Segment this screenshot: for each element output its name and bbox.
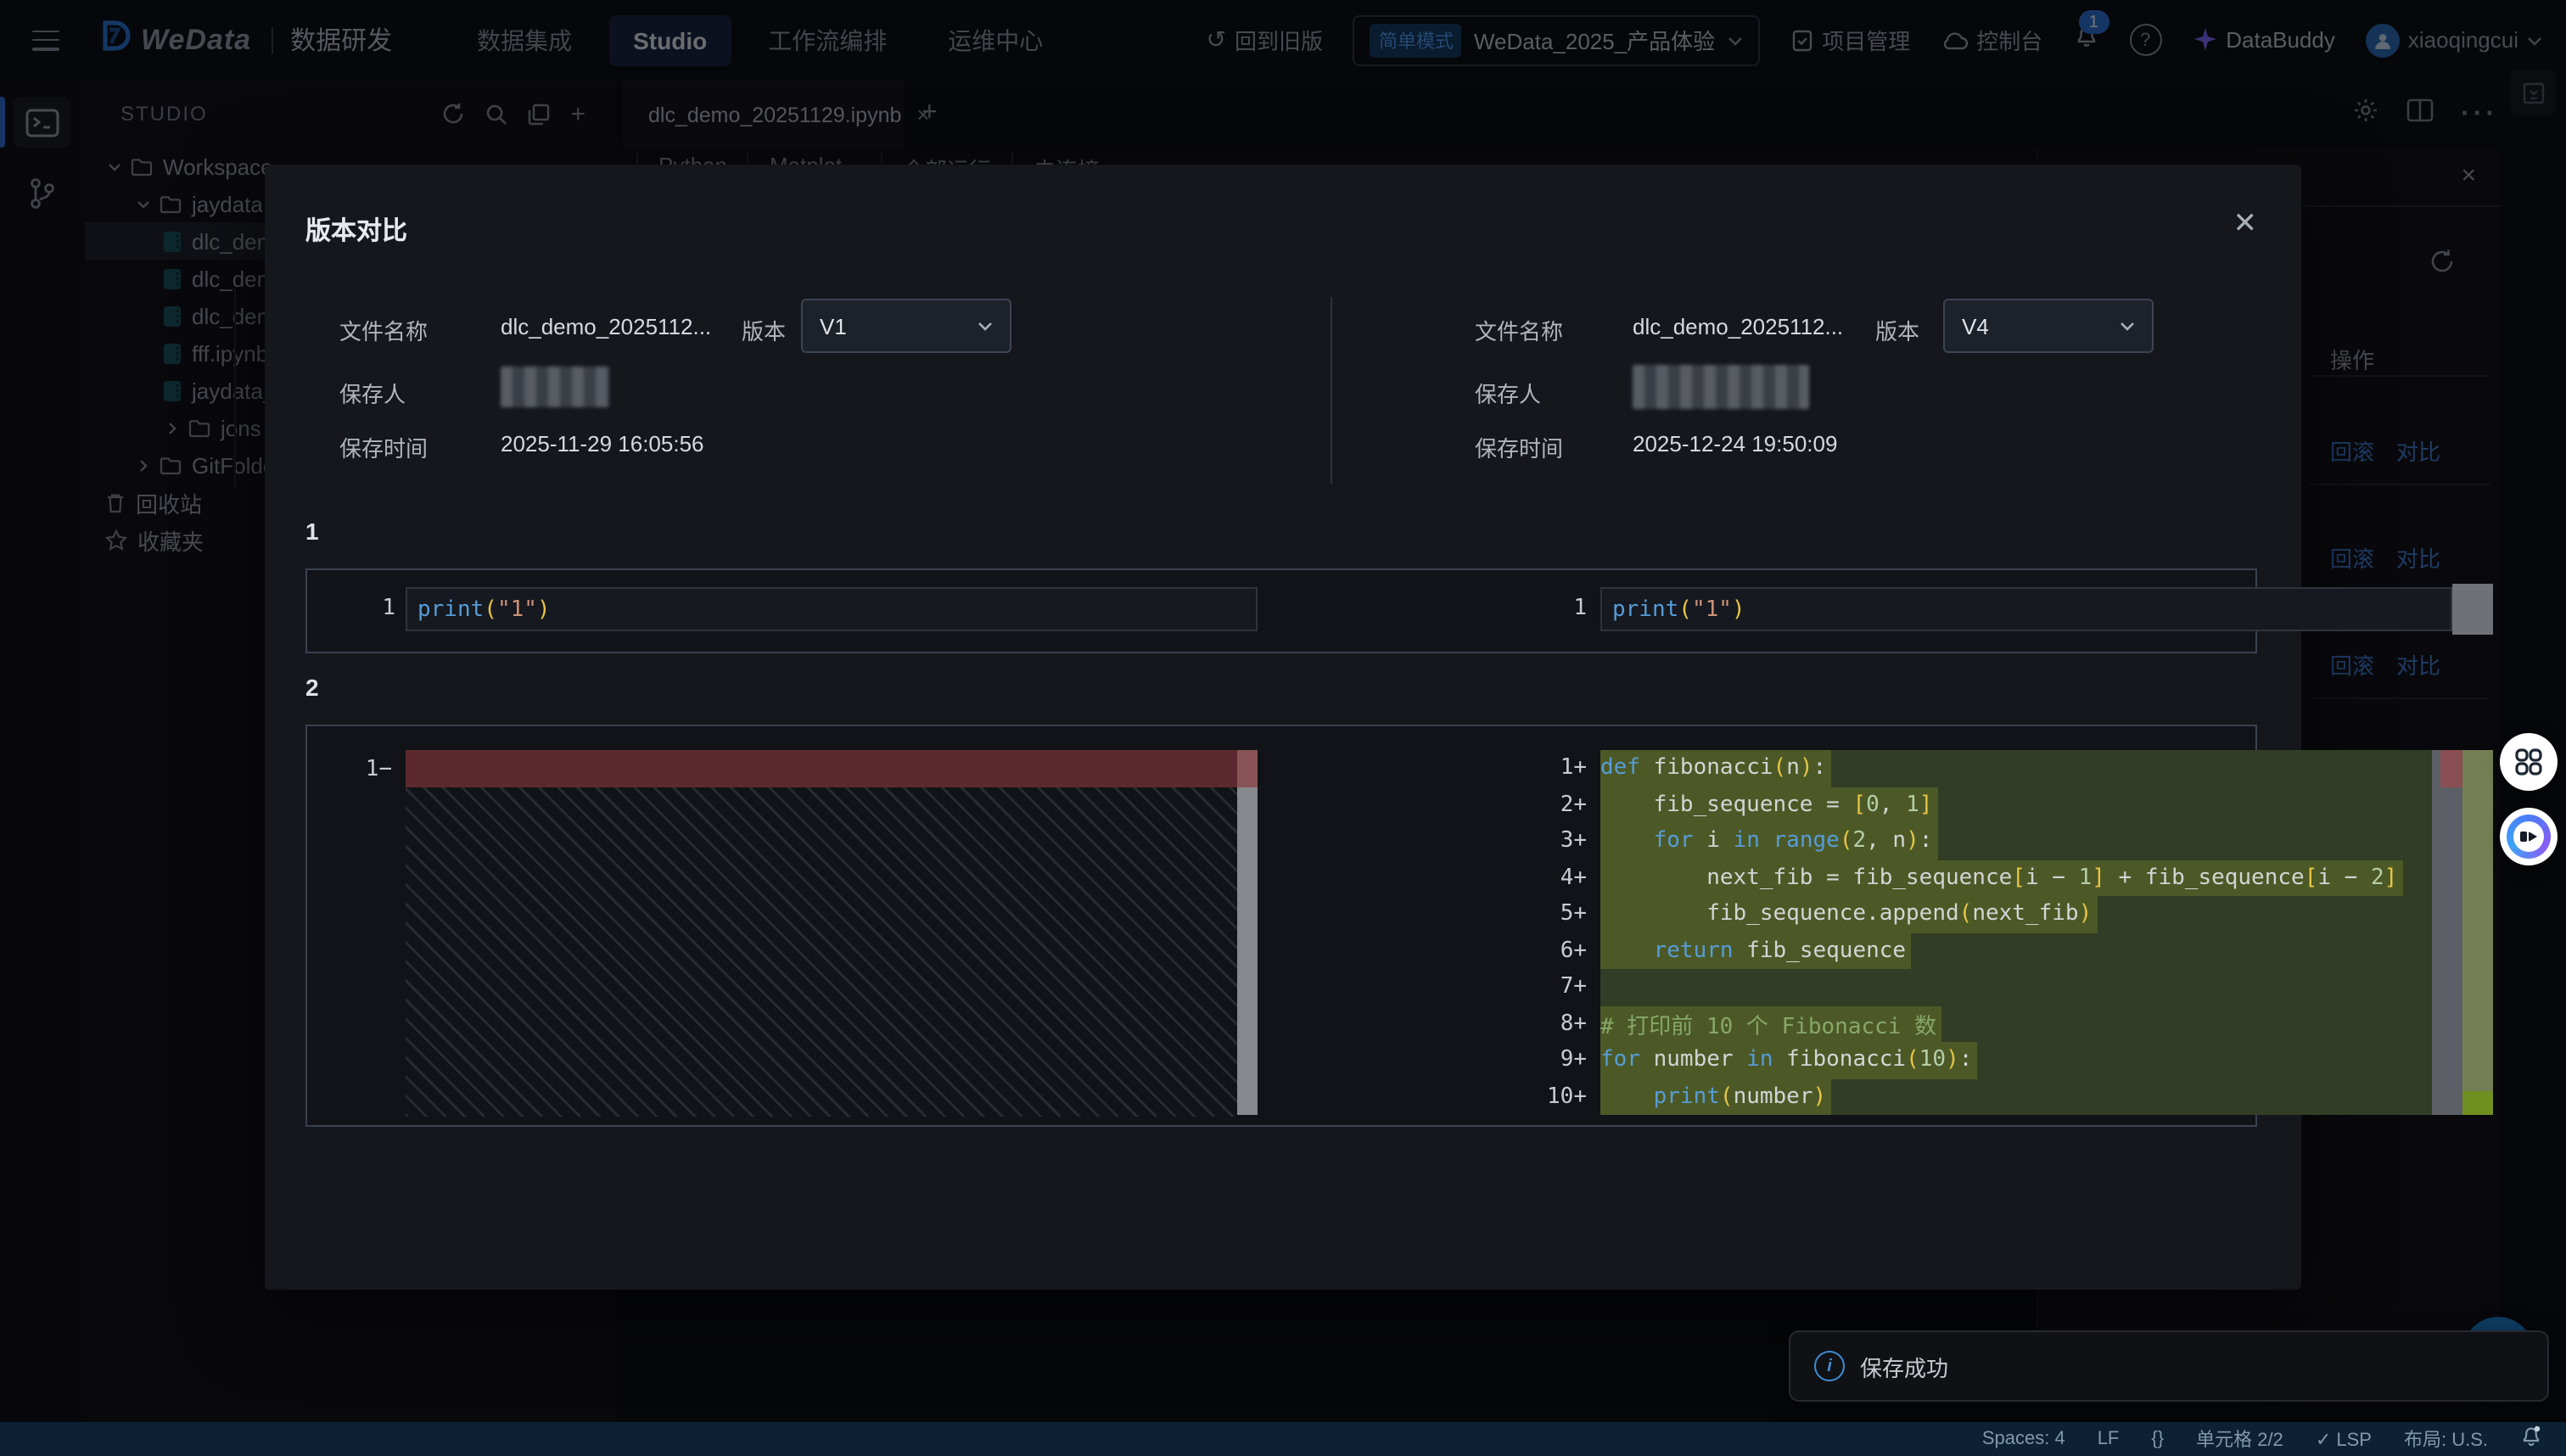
version-select-left[interactable]: V1 — [801, 299, 1011, 353]
added-line-number: 10+ — [1522, 1084, 1587, 1109]
apps-grid-icon — [2513, 747, 2544, 777]
line-number: 1 — [1563, 596, 1587, 621]
diff-section-1: 1 print("1") 1 print("1") — [305, 568, 2257, 653]
file-name-label: 文件名称 — [339, 314, 428, 346]
saver-label: 保存人 — [339, 377, 406, 409]
scrollbar-right-pane[interactable] — [2432, 750, 2462, 1115]
empty-region-hatch — [406, 787, 1237, 1116]
statusbar-item-4[interactable]: ✓ LSP — [2316, 1428, 2372, 1450]
statusbar-item-3[interactable]: 单元格 2/2 — [2196, 1425, 2283, 1453]
diff-section-2: 1− 1+ def fibonacci(n): 2+ fib_sequence = … — [305, 725, 2257, 1127]
robot-icon — [2507, 815, 2551, 859]
line-number: 1 — [372, 596, 395, 621]
added-line-number: 1+ — [1522, 755, 1587, 781]
statusbar-item-0[interactable]: Spaces: 4 — [1982, 1429, 2065, 1449]
statusbar-item-1[interactable]: LF — [2098, 1429, 2120, 1449]
widgets-fab-button[interactable] — [2500, 733, 2558, 791]
version-label: 版本 — [1875, 314, 1919, 346]
scrollbar-left-pane[interactable] — [1237, 750, 1258, 1115]
saver-value-redacted — [501, 367, 609, 407]
version-label: 版本 — [742, 314, 786, 346]
minimap-added-marker — [2462, 1091, 2493, 1115]
diff-section-label: 1 — [305, 518, 319, 545]
added-code-text: print(number) — [1600, 1078, 1831, 1115]
screen: WeData 数据研发 数据集成Studio工作流编排运维中心 ↺回到旧版 简单… — [0, 0, 2566, 1456]
chevron-down-icon — [978, 321, 993, 331]
added-line-number: 2+ — [1522, 792, 1587, 817]
file-name-label: 文件名称 — [1475, 314, 1563, 346]
minimap-added-strip — [2462, 750, 2493, 1115]
statusbar-item-2[interactable]: {} — [2151, 1429, 2164, 1449]
added-code-text: next_fib = fib_sequence[i − 1] + fib_seq… — [1600, 860, 2402, 896]
minimap-removed-marker — [2441, 750, 2462, 787]
status-bar: Spaces: 4 LF {} 单元格 2/2 ✓ LSP 布局: U.S. — [0, 1422, 2566, 1456]
info-icon: i — [1814, 1351, 1845, 1381]
version-compare-modal: 版本对比 ✕ 文件名称 dlc_demo_2025112... 版本 V1 保存… — [265, 165, 2301, 1290]
chevron-down-icon — [2120, 321, 2135, 331]
toast-message: 保存成功 — [1860, 1350, 1948, 1382]
save-time-value: 2025-11-29 16:05:56 — [501, 431, 704, 456]
code-line-left[interactable]: print("1") — [406, 587, 1258, 631]
removed-line-number: 1− — [358, 757, 392, 782]
added-line-highlight — [1600, 969, 2432, 1005]
saver-value-redacted — [1633, 365, 1809, 409]
column-divider — [1331, 297, 1332, 484]
added-line-number: 9+ — [1522, 1047, 1587, 1072]
file-name-value: dlc_demo_2025112... — [1633, 314, 1843, 339]
added-line-number: 6+ — [1522, 938, 1587, 963]
added-code-text: return fib_sequence — [1600, 932, 1911, 969]
modal-close-icon[interactable]: ✕ — [2233, 209, 2258, 238]
added-line-number: 4+ — [1522, 865, 1587, 890]
added-line-number: 8+ — [1522, 1011, 1587, 1036]
statusbar-item-5[interactable]: 布局: U.S. — [2404, 1425, 2488, 1453]
file-name-value: dlc_demo_2025112... — [501, 314, 711, 339]
added-code-text: for number in fibonacci(10): — [1600, 1042, 1977, 1078]
added-line-number: 5+ — [1522, 901, 1587, 927]
save-success-toast: i 保存成功 — [1789, 1330, 2549, 1402]
added-line-number: 7+ — [1522, 974, 1587, 1000]
save-time-label: 保存时间 — [339, 431, 428, 463]
version-select-right[interactable]: V4 — [1943, 299, 2154, 353]
added-code-text: for i in range(2, n): — [1600, 823, 1937, 860]
statusbar-bell-icon[interactable] — [2520, 1423, 2542, 1455]
save-time-label: 保存时间 — [1475, 431, 1563, 463]
added-code-text: fib_sequence = [0, 1] — [1600, 787, 1937, 823]
save-time-value: 2025-12-24 19:50:09 — [1633, 431, 1837, 456]
scrollbar-handle[interactable] — [2452, 584, 2493, 635]
saver-label: 保存人 — [1475, 377, 1541, 409]
removed-line-highlight — [406, 750, 1237, 787]
added-code-text: # 打印前 10 个 Fibonacci 数 — [1600, 1005, 1941, 1042]
databuddy-fab-button[interactable] — [2500, 808, 2558, 865]
modal-title: 版本对比 — [305, 212, 407, 248]
added-code-text: def fibonacci(n): — [1600, 750, 1831, 787]
added-code-text: fib_sequence.append(next_fib) — [1600, 896, 2097, 932]
diff-section-label: 2 — [305, 674, 319, 701]
added-line-number: 3+ — [1522, 828, 1587, 854]
code-line-right[interactable]: print("1") — [1600, 587, 2452, 631]
